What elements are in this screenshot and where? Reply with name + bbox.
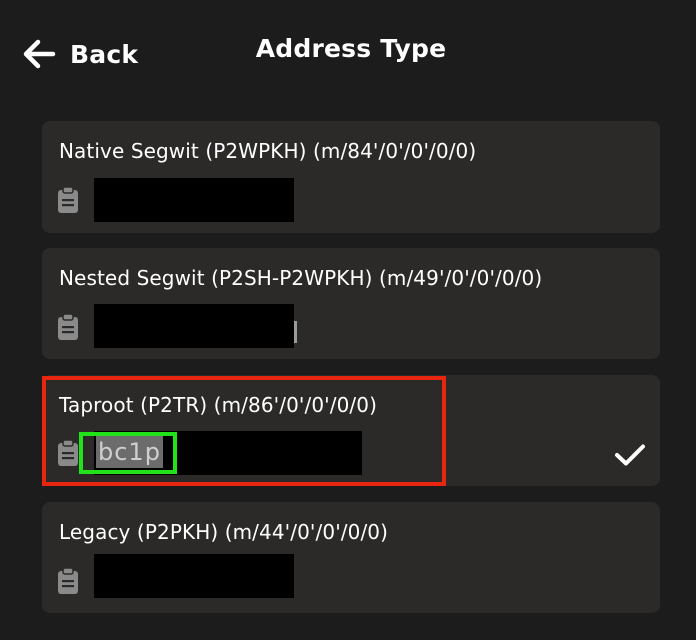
text-cursor bbox=[294, 321, 297, 343]
address-prefix: bc1p bbox=[96, 436, 163, 468]
address-redacted bbox=[94, 304, 294, 348]
address-redacted bbox=[94, 554, 294, 598]
address-type-label: Legacy (P2PKH) (m/44'/0'/0'/0/0) bbox=[59, 520, 389, 544]
checkmark-icon bbox=[614, 443, 646, 467]
address-type-option-taproot[interactable]: Taproot (P2TR) (m/86'/0'/0'/0/0) bc1p bbox=[42, 375, 660, 486]
address-redacted: bc1p bbox=[94, 431, 362, 475]
address-type-label: Taproot (P2TR) (m/86'/0'/0'/0/0) bbox=[59, 393, 377, 417]
address-type-option-nested-segwit[interactable]: Nested Segwit (P2SH-P2WPKH) (m/49'/0'/0'… bbox=[42, 248, 660, 359]
address-type-label: Nested Segwit (P2SH-P2WPKH) (m/49'/0'/0'… bbox=[59, 266, 543, 290]
clipboard-icon[interactable] bbox=[57, 313, 79, 341]
address-redacted bbox=[94, 178, 294, 222]
clipboard-icon[interactable] bbox=[57, 439, 79, 467]
address-type-option-native-segwit[interactable]: Native Segwit (P2WPKH) (m/84'/0'/0'/0/0) bbox=[42, 121, 660, 233]
clipboard-icon[interactable] bbox=[57, 567, 79, 595]
page-title: Address Type bbox=[255, 34, 447, 63]
address-type-label: Native Segwit (P2WPKH) (m/84'/0'/0'/0/0) bbox=[59, 139, 477, 163]
address-type-option-legacy[interactable]: Legacy (P2PKH) (m/44'/0'/0'/0/0) bbox=[42, 502, 660, 613]
clipboard-icon[interactable] bbox=[57, 186, 79, 214]
